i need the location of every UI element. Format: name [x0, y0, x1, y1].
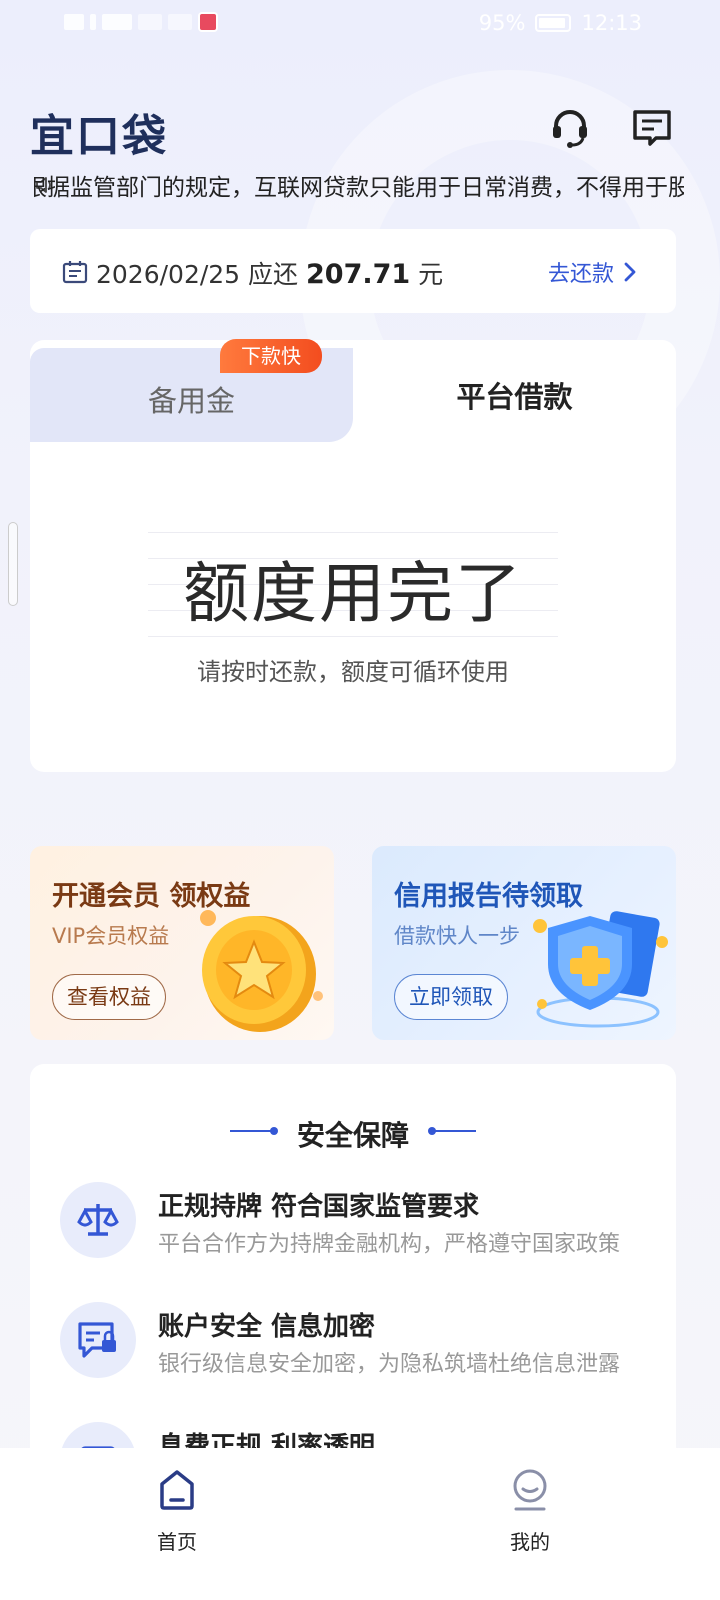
nav-home[interactable]: 首页 — [117, 1468, 237, 1555]
scale-icon — [60, 1182, 136, 1258]
section-title: 安全保障 — [296, 1119, 409, 1152]
app-header: 宜口袋 — [30, 100, 690, 162]
credit-report-promo-card[interactable]: 信用报告待领取 借款快人一步 立即领取 — [372, 846, 676, 1040]
bill-icon — [62, 261, 88, 284]
go-repay-button[interactable]: 去还款 — [548, 256, 636, 288]
signal-icon — [90, 14, 96, 30]
promo-subtitle: 借款快人一步 — [394, 924, 520, 948]
nav-label: 首页 — [157, 1530, 197, 1554]
safety-item-description: 银行级信息安全加密，为隐私筑墙杜绝信息泄露 — [158, 1352, 621, 1377]
title-decoration — [428, 1127, 476, 1135]
bottom-navigation: 首页 我的 — [0, 1448, 720, 1600]
profile-icon — [513, 1469, 547, 1511]
notification-app-icon — [198, 12, 218, 32]
safety-section: 安全保障 正规持牌 符合国家监管要求 平台合作方为持牌金融机构，严格遵守国家政策 — [30, 1064, 676, 1498]
go-repay-label: 去还款 — [547, 262, 614, 287]
safety-item: 正规持牌 符合国家监管要求 平台合作方为持牌金融机构，严格遵守国家政策 — [60, 1182, 660, 1262]
amount-unit: 元 — [418, 260, 444, 289]
tab-platform-loan[interactable]: 平台借款 — [353, 374, 676, 416]
edge-drag-handle[interactable] — [8, 522, 18, 606]
status-icons — [64, 12, 218, 32]
safety-item-heading: 账户安全 信息加密 — [158, 1312, 376, 1342]
message-icon[interactable] — [630, 106, 674, 150]
due-amount: 207.71 — [306, 259, 411, 290]
wifi-icon — [168, 14, 192, 30]
view-benefits-button[interactable]: 查看权益 — [52, 974, 166, 1020]
app-logo: 宜口袋 — [30, 111, 168, 162]
gold-coin-icon — [200, 910, 323, 1032]
claim-now-button[interactable]: 立即领取 — [394, 974, 508, 1020]
shield-icon — [533, 911, 668, 1028]
safety-item-heading: 正规持牌 符合国家监管要求 — [158, 1192, 480, 1222]
home-icon — [160, 1470, 194, 1510]
quota-status-subtitle: 请按时还款，额度可循环使用 — [197, 658, 509, 686]
customer-service-icon[interactable] — [548, 106, 592, 150]
secure-chat-icon — [60, 1302, 136, 1378]
safety-item: 账户安全 信息加密 银行级信息安全加密，为隐私筑墙杜绝信息泄露 — [60, 1302, 660, 1382]
nav-mine[interactable]: 我的 — [470, 1468, 590, 1555]
repayment-info: 2026/02/25 应还 207.71 元 — [96, 255, 443, 291]
signal-icon — [138, 14, 162, 30]
clock: 12:13 — [581, 11, 642, 35]
promo-subtitle: VIP会员权益 — [52, 924, 170, 948]
fast-disbursement-badge: 下款快 — [220, 339, 322, 373]
notice-text: 根据监管部门的规定，互联网贷款只能用于日常消费，不得用于股票、债券 — [34, 175, 684, 200]
chevron-right-icon — [624, 262, 636, 282]
status-bar: 95% 12:13 — [0, 0, 720, 50]
quota-status-title: 额度用完了 — [183, 555, 523, 632]
notice-marquee[interactable]: 根据监管部门的规定，互联网贷款只能用于日常消费，不得用于股票、债券 — [34, 170, 684, 200]
hd-icon — [64, 14, 84, 30]
safety-item-description: 平台合作方为持牌金融机构，严格遵守国家政策 — [158, 1232, 621, 1257]
vip-promo-card[interactable]: 开通会员 领权益 VIP会员权益 查看权益 — [30, 846, 334, 1040]
tab-label: 备用金 — [147, 384, 235, 418]
repayment-bar[interactable]: 2026/02/25 应还 207.71 元 去还款 — [30, 229, 676, 313]
battery-percent: 95% — [478, 11, 526, 35]
nav-label: 我的 — [510, 1530, 550, 1554]
battery-icon — [535, 14, 572, 32]
due-date: 2026/02/25 — [96, 260, 241, 289]
loan-card: 备用金 平台借款 额度用完了 请按时还款，额度可循环使用 — [30, 340, 676, 772]
due-label: 应还 — [248, 260, 299, 289]
signal-icon — [102, 14, 132, 30]
